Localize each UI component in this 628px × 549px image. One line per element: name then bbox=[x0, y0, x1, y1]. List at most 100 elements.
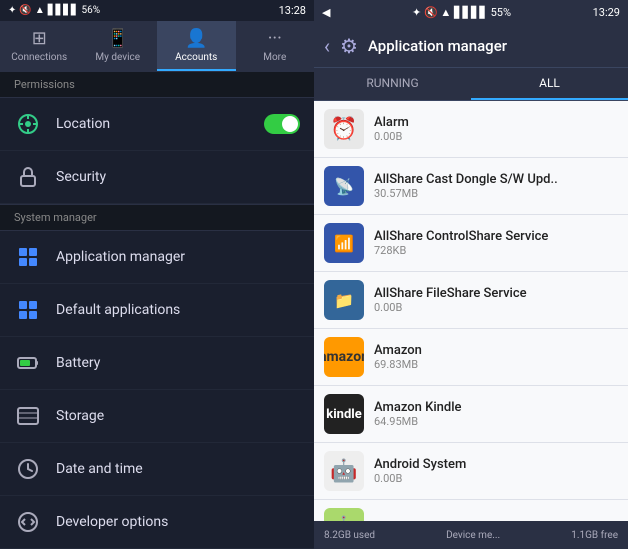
app-item-allshare-control[interactable]: 📶 AllShare ControlShare Service 728KB bbox=[314, 215, 628, 272]
right-status-icons: ✦ 🔇 ▲ ▋▋▋▋ 55% bbox=[412, 6, 511, 19]
date-time-label: Date and time bbox=[56, 461, 143, 477]
alarm-app-name: Alarm bbox=[374, 115, 409, 130]
bluetooth-icon: ✦ bbox=[8, 5, 16, 16]
back-button[interactable]: ‹ bbox=[324, 34, 330, 58]
allshare-file-app-icon: 📁 bbox=[324, 280, 364, 320]
menu-item-developer[interactable]: Developer options bbox=[0, 496, 314, 549]
allshare-file-app-size: 0.00B bbox=[374, 301, 527, 314]
allshare-cast-app-name: AllShare Cast Dongle S/W Upd.. bbox=[374, 172, 558, 187]
androidify-app-icon: 🤖 bbox=[324, 508, 364, 521]
allshare-control-app-name: AllShare ControlShare Service bbox=[374, 229, 548, 244]
allshare-file-app-name: AllShare FileShare Service bbox=[374, 286, 527, 301]
right-bluetooth-icon: ✦ bbox=[412, 6, 421, 19]
wifi-icon: ▲ bbox=[35, 5, 45, 16]
right-signal-bars: ▋▋▋▋ bbox=[454, 6, 488, 19]
nav-accounts[interactable]: 👤 Accounts bbox=[157, 21, 236, 71]
tab-running[interactable]: RUNNING bbox=[314, 68, 471, 100]
gear-icon: ⚙ bbox=[340, 34, 358, 58]
accounts-icon: 👤 bbox=[185, 28, 207, 49]
android-system-app-name: Android System bbox=[374, 457, 466, 472]
tab-all[interactable]: ALL bbox=[471, 68, 628, 100]
allshare-control-app-size: 728KB bbox=[374, 244, 548, 257]
left-time: 13:28 bbox=[279, 4, 306, 17]
right-time: 13:29 bbox=[593, 6, 620, 19]
menu-item-security[interactable]: Security bbox=[0, 151, 314, 204]
more-label: More bbox=[263, 52, 286, 63]
kindle-app-info: Amazon Kindle 64.95MB bbox=[374, 400, 462, 428]
developer-label: Developer options bbox=[56, 514, 168, 530]
app-manager-header: ‹ ⚙ Application manager bbox=[314, 24, 628, 68]
status-bar-left: ✦ 🔇 ▲ ▋▋▋▋ 56% 13:28 bbox=[0, 0, 314, 21]
clock-icon bbox=[14, 455, 42, 483]
security-label: Security bbox=[56, 169, 106, 185]
app-manager-tabs: RUNNING ALL bbox=[314, 68, 628, 101]
android-system-app-size: 0.00B bbox=[374, 472, 466, 485]
right-battery-percent: 55% bbox=[491, 6, 511, 19]
amazon-app-name: Amazon bbox=[374, 343, 422, 358]
app-manager-title: Application manager bbox=[368, 37, 507, 55]
storage-free: 1.1GB free bbox=[571, 530, 618, 541]
app-item-android-system[interactable]: 🤖 Android System 0.00B bbox=[314, 443, 628, 500]
amazon-app-info: Amazon 69.83MB bbox=[374, 343, 422, 371]
menu-item-default-applications[interactable]: Default applications bbox=[0, 284, 314, 337]
alarm-app-icon: ⏰ bbox=[324, 109, 364, 149]
my-device-label: My device bbox=[95, 52, 140, 63]
accounts-label: Accounts bbox=[175, 52, 217, 63]
allshare-cast-app-info: AllShare Cast Dongle S/W Upd.. 30.57MB bbox=[374, 172, 558, 200]
my-device-icon: 📱 bbox=[107, 28, 129, 49]
android-system-app-icon: 🤖 bbox=[324, 451, 364, 491]
kindle-app-icon: kindle bbox=[324, 394, 364, 434]
app-item-allshare-cast[interactable]: 📡 AllShare Cast Dongle S/W Upd.. 30.57MB bbox=[314, 158, 628, 215]
top-nav: ⊞ Connections 📱 My device 👤 Accounts ···… bbox=[0, 21, 314, 71]
nav-more[interactable]: ··· More bbox=[236, 21, 315, 71]
default-applications-label: Default applications bbox=[56, 302, 180, 318]
allshare-file-app-info: AllShare FileShare Service 0.00B bbox=[374, 286, 527, 314]
status-bar-right: ◀ ✦ 🔇 ▲ ▋▋▋▋ 55% 13:29 bbox=[314, 0, 628, 24]
security-icon bbox=[14, 163, 42, 191]
location-toggle[interactable] bbox=[264, 114, 300, 134]
right-mute-icon: 🔇 bbox=[424, 6, 438, 19]
right-wifi-icon: ▲ bbox=[440, 6, 451, 19]
app-list[interactable]: ⏰ Alarm 0.00B 📡 AllShare Cast Dongle S/W… bbox=[314, 101, 628, 521]
system-manager-label: System manager bbox=[14, 211, 97, 224]
menu-item-storage[interactable]: Storage bbox=[0, 390, 314, 443]
storage-icon bbox=[14, 402, 42, 430]
system-manager-section-header: System manager bbox=[0, 204, 314, 231]
allshare-control-app-icon: 📶 bbox=[324, 223, 364, 263]
app-item-kindle[interactable]: kindle Amazon Kindle 64.95MB bbox=[314, 386, 628, 443]
permissions-label: Permissions bbox=[14, 78, 75, 91]
allshare-control-app-info: AllShare ControlShare Service 728KB bbox=[374, 229, 548, 257]
battery-label: Battery bbox=[56, 355, 100, 371]
permissions-section-header: Permissions bbox=[0, 71, 314, 98]
menu-item-battery[interactable]: Battery bbox=[0, 337, 314, 390]
allshare-cast-app-size: 30.57MB bbox=[374, 187, 558, 200]
app-item-amazon[interactable]: amazon Amazon 69.83MB bbox=[314, 329, 628, 386]
default-applications-icon bbox=[14, 296, 42, 324]
android-system-app-info: Android System 0.00B bbox=[374, 457, 466, 485]
developer-icon bbox=[14, 508, 42, 536]
app-item-allshare-file[interactable]: 📁 AllShare FileShare Service 0.00B bbox=[314, 272, 628, 329]
location-icon bbox=[14, 110, 42, 138]
mute-icon: 🔇 bbox=[19, 5, 31, 16]
menu-item-location[interactable]: Location bbox=[0, 98, 314, 151]
allshare-cast-app-icon: 📡 bbox=[324, 166, 364, 206]
app-item-androidify[interactable]: 🤖 Androidify bbox=[314, 500, 628, 521]
location-label: Location bbox=[56, 116, 110, 132]
menu-item-date-time[interactable]: Date and time bbox=[0, 443, 314, 496]
signal-bars: ▋▋▋▋ bbox=[48, 5, 79, 16]
storage-label: Storage bbox=[56, 408, 104, 424]
right-panel: ◀ ✦ 🔇 ▲ ▋▋▋▋ 55% 13:29 ‹ ⚙ Application m… bbox=[314, 0, 628, 549]
left-panel: ✦ 🔇 ▲ ▋▋▋▋ 56% 13:28 ⊞ Connections 📱 My … bbox=[0, 0, 314, 549]
battery-icon bbox=[14, 349, 42, 377]
nav-connections[interactable]: ⊞ Connections bbox=[0, 21, 79, 71]
nav-my-device[interactable]: 📱 My device bbox=[79, 21, 158, 71]
kindle-app-size: 64.95MB bbox=[374, 415, 462, 428]
left-status-icons: ✦ 🔇 ▲ ▋▋▋▋ 56% bbox=[8, 5, 100, 16]
bottom-bar-right: 8.2GB used Device me... 1.1GB free bbox=[314, 521, 628, 549]
right-back-status: ◀ bbox=[322, 6, 330, 19]
menu-item-application-manager[interactable]: Application manager bbox=[0, 231, 314, 284]
application-manager-icon bbox=[14, 243, 42, 271]
app-item-alarm[interactable]: ⏰ Alarm 0.00B bbox=[314, 101, 628, 158]
amazon-app-size: 69.83MB bbox=[374, 358, 422, 371]
device-mode: Device me... bbox=[446, 530, 500, 541]
